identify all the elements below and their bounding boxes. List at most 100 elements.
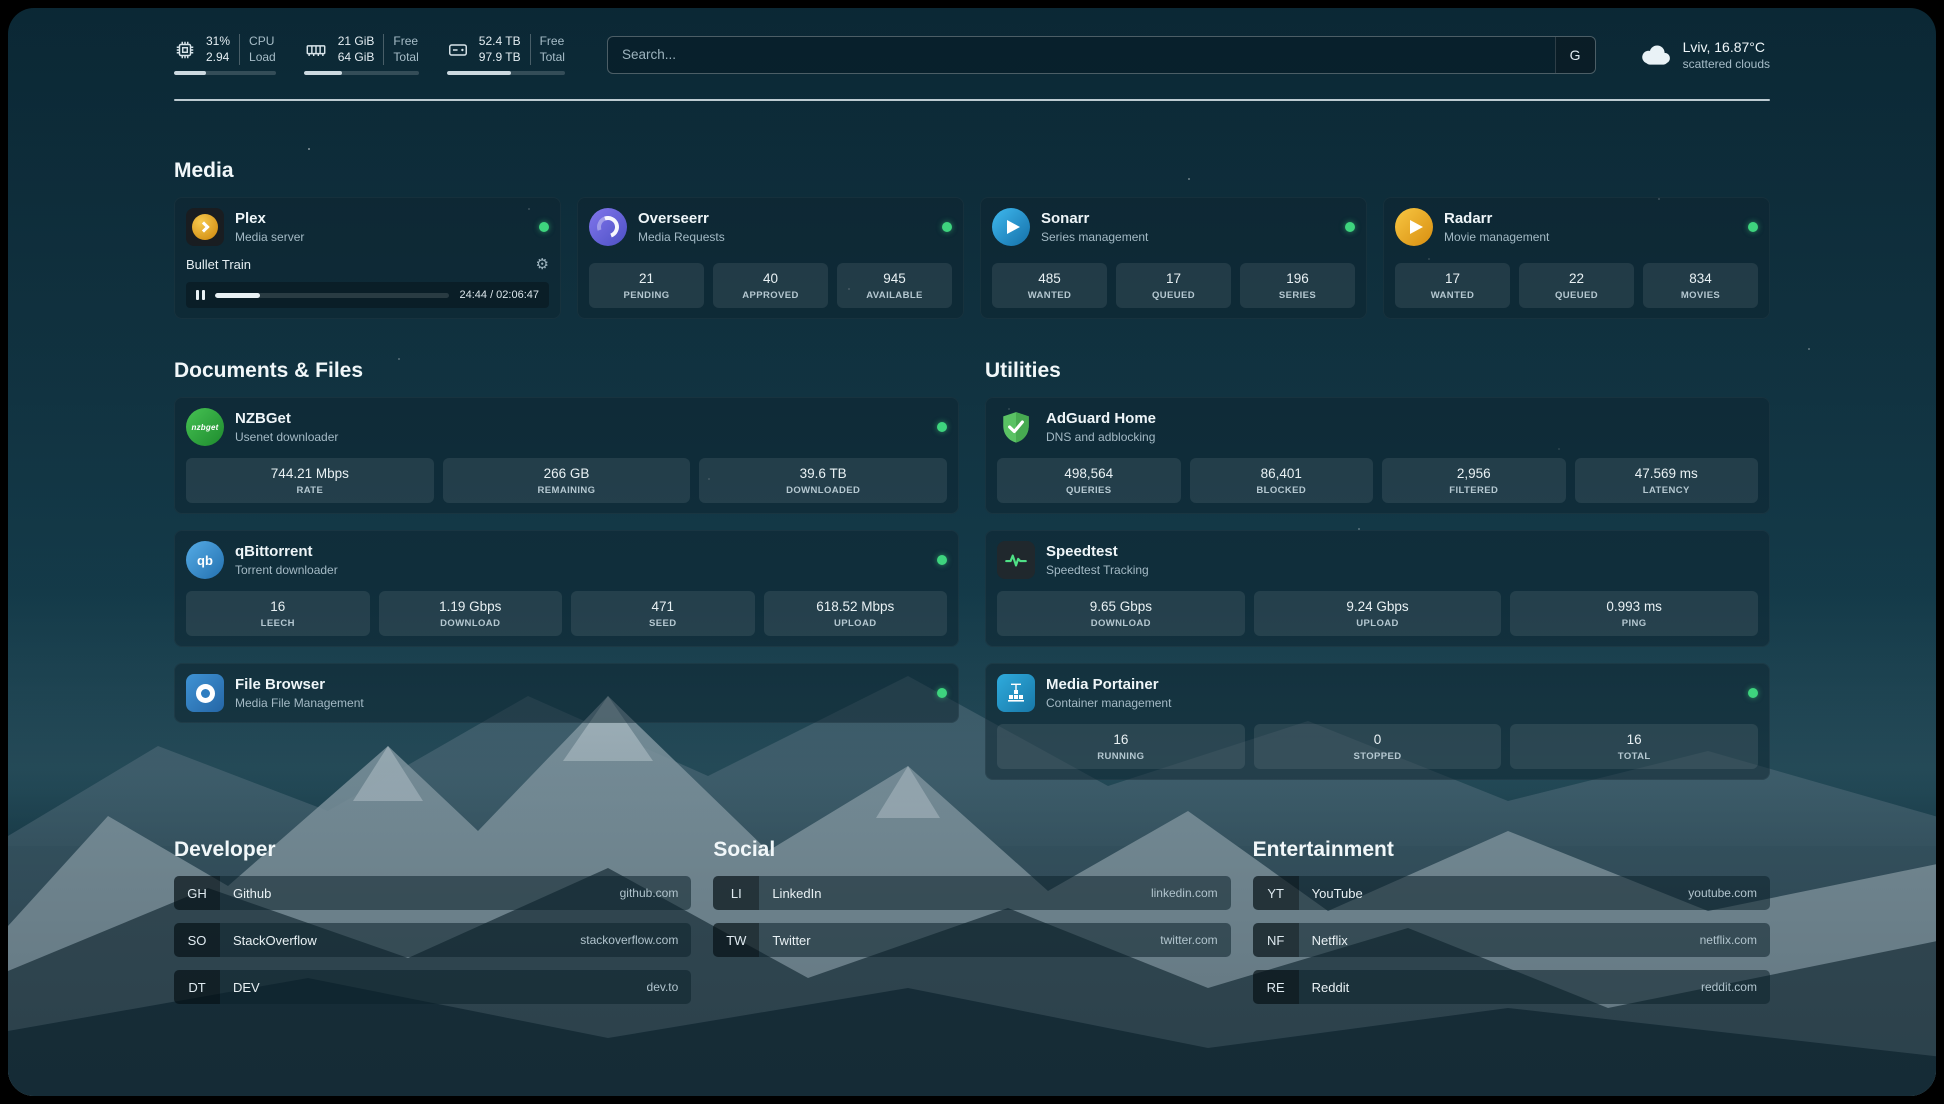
stat-queries: 498,564QUERIES: [997, 458, 1181, 503]
stat-pending: 21PENDING: [589, 263, 704, 308]
bookmark-abbr: LI: [713, 876, 759, 910]
status-dot: [937, 555, 947, 565]
memory-values: 21 GiB64 GiB: [338, 34, 375, 65]
bookmark-abbr: GH: [174, 876, 220, 910]
stat-download: 1.19 GbpsDOWNLOAD: [379, 591, 563, 636]
stat-series: 196SERIES: [1240, 263, 1355, 308]
portainer-icon: [997, 674, 1035, 712]
memory-icon: [304, 39, 328, 61]
service-card-adguard[interactable]: AdGuard Home DNS and adblocking 498,564Q…: [985, 397, 1770, 514]
dashboard-window: 31%2.94 CPULoad: [8, 8, 1936, 1096]
bookmark-url: youtube.com: [1688, 886, 1770, 900]
plex-player-bar: 24:44 / 02:06:47: [186, 282, 549, 308]
stat-ping: 0.993 msPING: [1510, 591, 1758, 636]
bookmark-linkedin[interactable]: LI LinkedIn linkedin.com: [713, 876, 1230, 910]
search-input[interactable]: [608, 47, 1555, 62]
service-card-radarr[interactable]: Radarr Movie management 17WANTED 22QUEUE…: [1383, 197, 1770, 319]
status-dot: [1748, 222, 1758, 232]
memory-widget: 21 GiB64 GiB FreeTotal: [304, 34, 419, 75]
status-dot: [539, 222, 549, 232]
stat-download: 9.65 GbpsDOWNLOAD: [997, 591, 1245, 636]
service-card-overseerr[interactable]: Overseerr Media Requests 21PENDING 40APP…: [577, 197, 964, 319]
cpu-widget: 31%2.94 CPULoad: [174, 34, 276, 75]
cpu-icon: [174, 39, 196, 61]
bookmark-name: Reddit: [1299, 980, 1350, 995]
bookmark-name: YouTube: [1299, 886, 1363, 901]
section-title-entertainment: Entertainment: [1253, 838, 1770, 862]
section-title-social: Social: [713, 838, 1230, 862]
bookmark-url: linkedin.com: [1151, 886, 1231, 900]
service-name: Overseerr: [638, 210, 725, 227]
gear-icon[interactable]: ⚙: [536, 255, 549, 273]
sonarr-icon: [992, 208, 1030, 246]
bookmark-reddit[interactable]: RE Reddit reddit.com: [1253, 970, 1770, 1004]
service-name: Sonarr: [1041, 210, 1148, 227]
search-engine-button[interactable]: G: [1555, 37, 1595, 73]
service-desc: Media server: [235, 230, 304, 244]
bookmark-url: stackoverflow.com: [580, 933, 691, 947]
playback-progress-fill: [215, 293, 260, 298]
stat-upload: 9.24 GbpsUPLOAD: [1254, 591, 1502, 636]
stat-queued: 17QUEUED: [1116, 263, 1231, 308]
status-dot: [1748, 688, 1758, 698]
section-title-utilities: Utilities: [985, 359, 1770, 383]
bookmark-netflix[interactable]: NF Netflix netflix.com: [1253, 923, 1770, 957]
bookmark-name: Netflix: [1299, 933, 1348, 948]
stat-leech: 16LEECH: [186, 591, 370, 636]
bookmark-url: netflix.com: [1700, 933, 1770, 947]
service-card-nzbget[interactable]: nzbget NZBGet Usenet downloader 744.21 M…: [174, 397, 959, 514]
stat-wanted: 17WANTED: [1395, 263, 1510, 308]
service-desc: Media Requests: [638, 230, 725, 244]
status-dot: [937, 688, 947, 698]
service-card-filebrowser[interactable]: File Browser Media File Management: [174, 663, 959, 723]
stat-latency: 47.569 msLATENCY: [1575, 458, 1759, 503]
service-desc: Torrent downloader: [235, 563, 338, 577]
bookmarks-entertainment: Entertainment YT YouTube youtube.com NF …: [1253, 838, 1770, 1017]
bookmark-github[interactable]: GH Github github.com: [174, 876, 691, 910]
cloud-icon: [1638, 43, 1672, 67]
service-name: Plex: [235, 210, 304, 227]
stat-filtered: 2,956FILTERED: [1382, 458, 1566, 503]
stat-movies: 834MOVIES: [1643, 263, 1758, 308]
bookmarks-developer: Developer GH Github github.com SO StackO…: [174, 838, 691, 1017]
bookmark-abbr: SO: [174, 923, 220, 957]
stat-downloaded: 39.6 TBDOWNLOADED: [699, 458, 947, 503]
cpu-values: 31%2.94: [206, 34, 230, 65]
service-card-speedtest[interactable]: Speedtest Speedtest Tracking 9.65 GbpsDO…: [985, 530, 1770, 647]
weather-condition: scattered clouds: [1683, 57, 1770, 71]
disk-widget: 52.4 TB97.9 TB FreeTotal: [447, 34, 565, 75]
stat-queued: 22QUEUED: [1519, 263, 1634, 308]
service-card-portainer[interactable]: Media Portainer Container management 16R…: [985, 663, 1770, 780]
service-card-sonarr[interactable]: Sonarr Series management 485WANTED 17QUE…: [980, 197, 1367, 319]
bookmark-abbr: RE: [1253, 970, 1299, 1004]
nzbget-icon: nzbget: [186, 408, 224, 446]
bookmark-stackoverflow[interactable]: SO StackOverflow stackoverflow.com: [174, 923, 691, 957]
now-playing-title: Bullet Train: [186, 257, 251, 272]
stat-total: 16TOTAL: [1510, 724, 1758, 769]
stat-rate: 744.21 MbpsRATE: [186, 458, 434, 503]
playback-progress-track: [215, 293, 449, 298]
section-title-media: Media: [174, 159, 1770, 183]
stat-stopped: 0STOPPED: [1254, 724, 1502, 769]
service-name: Speedtest: [1046, 543, 1149, 560]
bookmark-dev[interactable]: DT DEV dev.to: [174, 970, 691, 1004]
bookmark-youtube[interactable]: YT YouTube youtube.com: [1253, 876, 1770, 910]
bookmark-twitter[interactable]: TW Twitter twitter.com: [713, 923, 1230, 957]
service-name: Media Portainer: [1046, 676, 1171, 693]
service-card-qbittorrent[interactable]: qb qBittorrent Torrent downloader 16LEEC…: [174, 530, 959, 647]
pause-icon[interactable]: [196, 290, 205, 300]
bookmark-name: DEV: [220, 980, 260, 995]
service-card-plex[interactable]: Plex Media server Bullet Train ⚙: [174, 197, 561, 319]
adguard-shield-icon: [997, 408, 1035, 446]
service-name: AdGuard Home: [1046, 410, 1156, 427]
stat-remaining: 266 GBREMAINING: [443, 458, 691, 503]
playback-time: 24:44 / 02:06:47: [459, 289, 539, 301]
stat-running: 16RUNNING: [997, 724, 1245, 769]
bookmark-name: Github: [220, 886, 271, 901]
service-desc: Container management: [1046, 696, 1171, 710]
memory-labels: FreeTotal: [383, 34, 418, 65]
stat-available: 945AVAILABLE: [837, 263, 952, 308]
section-title-developer: Developer: [174, 838, 691, 862]
bookmark-abbr: NF: [1253, 923, 1299, 957]
speedtest-icon: [997, 541, 1035, 579]
